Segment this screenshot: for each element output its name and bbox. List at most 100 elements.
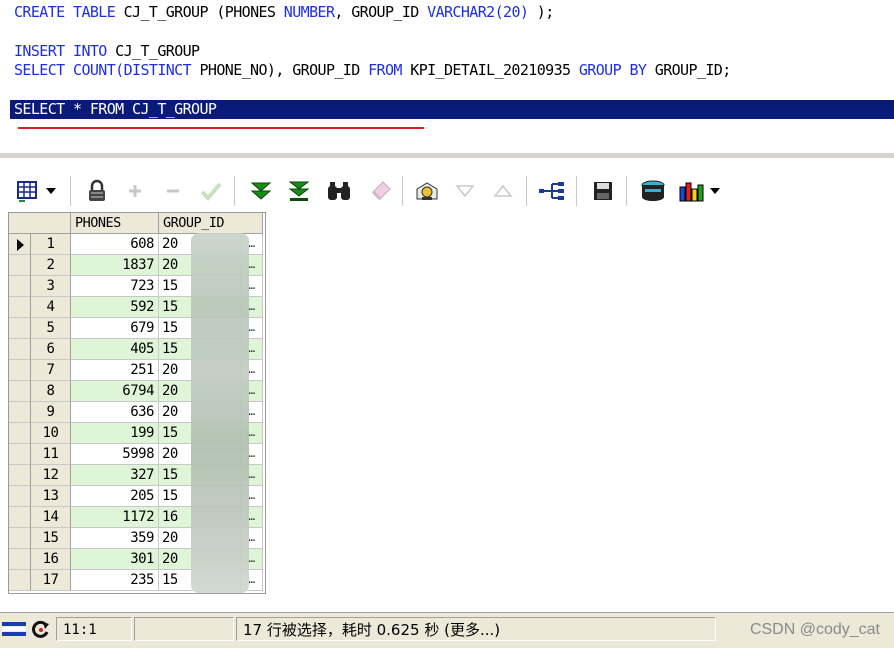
cell-phones[interactable]: 251 [71,360,159,381]
link-icon[interactable] [538,176,568,206]
sql-editor[interactable]: CREATE TABLE CJ_T_GROUP (PHONES NUMBER, … [0,0,894,153]
code-line-1: CREATE TABLE CJ_T_GROUP (PHONES NUMBER, … [14,3,554,22]
row-number: 16 [31,549,71,570]
annotation-underline [18,127,424,129]
row-number: 14 [31,507,71,528]
row-number: 3 [31,276,71,297]
row-indicator[interactable] [9,339,31,360]
keyword: CREATE TABLE [14,3,116,21]
save-icon[interactable] [588,176,618,206]
find-icon[interactable] [324,176,354,206]
results-pane: PHONES GROUP_ID 1 608 20… 2 1837 20… 3 723 15… 4 5… [0,158,894,610]
row-indicator[interactable] [9,255,31,276]
add-record-icon[interactable] [120,176,150,206]
toolbar-separator [626,176,628,206]
row-indicator[interactable] [9,486,31,507]
cell-phones[interactable]: 608 [71,234,159,255]
row-indicator[interactable] [9,507,31,528]
cell-phones[interactable]: 301 [71,549,159,570]
code-text: PHONE_NO), GROUP_ID [191,61,369,79]
code-text: GROUP_ID; [646,61,731,79]
dropdown-arrow-icon[interactable] [42,176,60,206]
fetch-all-icon[interactable] [284,176,314,206]
toolbar-separator [234,176,236,206]
connection-icon [2,619,26,639]
cell-phones[interactable]: 359 [71,528,159,549]
toolbar-separator [526,176,528,206]
filter-down-icon[interactable] [450,176,480,206]
status-bar: 11:1 17 行被选择，耗时 0.625 秒 (更多...) CSDN @co… [0,612,894,648]
chart-icon[interactable] [676,176,706,206]
selected-code-line[interactable]: SELECT * FROM CJ_T_GROUP [10,100,894,119]
row-indicator[interactable] [9,444,31,465]
results-toolbar [0,174,894,210]
status-message[interactable]: 17 行被选择，耗时 0.625 秒 (更多...) [236,617,716,641]
refresh-icon[interactable] [31,620,51,640]
row-number: 13 [31,486,71,507]
row-indicator[interactable] [9,360,31,381]
cell-phones[interactable]: 5998 [71,444,159,465]
row-number: 7 [31,360,71,381]
column-header-group-id[interactable]: GROUP_ID [159,213,263,234]
cell-phones[interactable]: 592 [71,297,159,318]
row-indicator[interactable] [9,570,31,591]
cell-phones[interactable]: 205 [71,486,159,507]
cell-phones[interactable]: 327 [71,465,159,486]
watermark: CSDN @cody_cat [749,621,880,638]
filter-up-icon[interactable] [488,176,518,206]
keyword: NUMBER [283,3,335,21]
current-row-arrow-icon [17,239,24,251]
toolbar-separator [576,176,578,206]
code-text: , GROUP_ID [334,3,428,21]
row-indicator[interactable] [9,318,31,339]
dropdown-arrow-icon[interactable] [706,176,724,206]
redaction-blur [191,233,249,593]
keyword: VARCHAR2 [427,3,495,21]
lock-icon[interactable] [82,176,112,206]
keyword: FROM [368,61,402,79]
cell-phones[interactable]: 636 [71,402,159,423]
row-indicator[interactable] [9,465,31,486]
export-icon[interactable] [638,176,668,206]
row-indicator[interactable] [9,234,31,255]
row-header-corner [9,213,71,234]
cell-phones[interactable]: 199 [71,423,159,444]
column-header-phones[interactable]: PHONES [71,213,159,234]
row-number: 6 [31,339,71,360]
cell-phones[interactable]: 723 [71,276,159,297]
row-indicator[interactable] [9,297,31,318]
cell-phones[interactable]: 405 [71,339,159,360]
row-indicator[interactable] [9,381,31,402]
query-by-example-icon[interactable] [412,176,442,206]
row-indicator[interactable] [9,402,31,423]
code-text: KPI_DETAIL_20210935 [401,61,579,79]
row-number: 1 [31,234,71,255]
row-indicator[interactable] [9,276,31,297]
row-indicator[interactable] [9,423,31,444]
row-number: 12 [31,465,71,486]
code-line-2: INSERT INTO CJ_T_GROUP [14,42,200,61]
keyword: INSERT INTO [14,42,107,60]
cell-phones[interactable]: 235 [71,570,159,591]
delete-record-icon[interactable] [158,176,188,206]
result-grid[interactable]: PHONES GROUP_ID 1 608 20… 2 1837 20… 3 723 15… 4 5… [8,212,266,594]
cell-phones[interactable]: 1172 [71,507,159,528]
code-text: CJ_T_GROUP [106,42,200,60]
row-number: 11 [31,444,71,465]
post-record-icon[interactable] [196,176,226,206]
cell-phones[interactable]: 6794 [71,381,159,402]
row-number: 17 [31,570,71,591]
fetch-next-icon[interactable] [246,176,276,206]
code-line-4: SELECT * FROM CJ_T_GROUP [14,100,217,118]
keyword: SELECT COUNT(DISTINCT [14,61,192,79]
keyword: GROUP BY [578,61,647,79]
row-indicator[interactable] [9,528,31,549]
row-indicator[interactable] [9,549,31,570]
grid-options-icon[interactable] [14,176,44,206]
row-number: 8 [31,381,71,402]
clear-icon[interactable] [366,176,396,206]
code-line-3: SELECT COUNT(DISTINCT PHONE_NO), GROUP_I… [14,61,731,80]
cell-phones[interactable]: 679 [71,318,159,339]
cell-phones[interactable]: 1837 [71,255,159,276]
row-number: 4 [31,297,71,318]
